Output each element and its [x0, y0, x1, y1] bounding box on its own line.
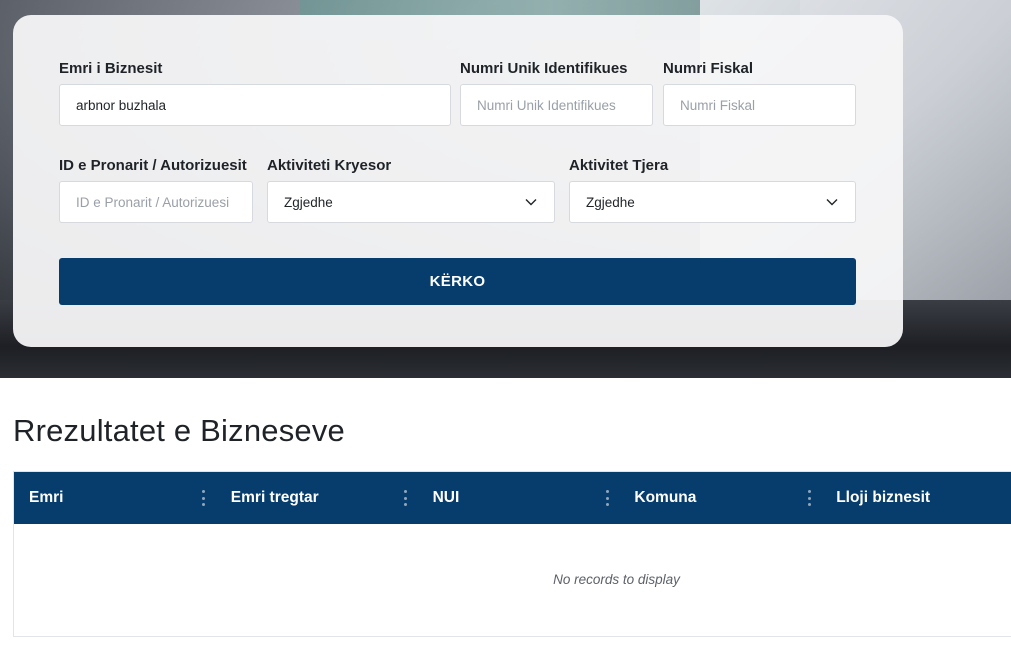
column-label: Lloji biznesit: [836, 489, 931, 506]
nui-label: Numri Unik Identifikues: [460, 60, 628, 77]
other-activities-selected: Zgjedhe: [586, 194, 635, 210]
column-header-komuna[interactable]: Komuna: [619, 472, 821, 524]
kebab-menu-icon[interactable]: [807, 490, 811, 506]
kebab-menu-icon[interactable]: [605, 490, 609, 506]
main-activity-label: Aktiviteti Kryesor: [267, 157, 392, 174]
column-label: NUI: [432, 489, 460, 506]
business-name-label: Emri i Biznesit: [59, 60, 163, 77]
owner-id-input[interactable]: [59, 181, 253, 223]
fiscal-number-input[interactable]: [663, 84, 856, 126]
search-button[interactable]: KËRKO: [59, 258, 856, 305]
main-activity-select[interactable]: Zgjedhe: [267, 181, 555, 223]
other-activities-label: Aktivitet Tjera: [569, 157, 669, 174]
column-label: Emri: [29, 489, 64, 506]
search-form: Emri i Biznesit Numri Unik Identifikues …: [13, 15, 903, 347]
main-activity-selected: Zgjedhe: [284, 194, 333, 210]
table-header: Emri Emri tregtar NUI Komuna Lloji bizne…: [14, 472, 1011, 524]
chevron-down-icon: [525, 199, 537, 206]
column-label: Komuna: [634, 489, 697, 506]
kebab-menu-icon[interactable]: [404, 490, 408, 506]
business-name-input[interactable]: [59, 84, 451, 126]
chevron-down-icon: [826, 199, 838, 206]
results-table: Emri Emri tregtar NUI Komuna Lloji bizne…: [13, 471, 1011, 637]
column-header-lloji-biznesit[interactable]: Lloji biznesit: [821, 472, 1011, 524]
fiscal-number-label: Numri Fiskal: [663, 60, 754, 77]
nui-input[interactable]: [460, 84, 653, 126]
owner-id-label: ID e Pronarit / Autorizuesit: [59, 157, 247, 174]
other-activities-select[interactable]: Zgjedhe: [569, 181, 856, 223]
column-label: Emri tregtar: [230, 489, 319, 506]
column-header-nui[interactable]: NUI: [418, 472, 620, 524]
results-title: Rrezultatet e Bizneseve: [13, 413, 345, 448]
column-header-emri-tregtar[interactable]: Emri tregtar: [216, 472, 418, 524]
kebab-menu-icon[interactable]: [202, 490, 206, 506]
column-header-emri[interactable]: Emri: [14, 472, 216, 524]
empty-state-message: No records to display: [553, 572, 680, 587]
